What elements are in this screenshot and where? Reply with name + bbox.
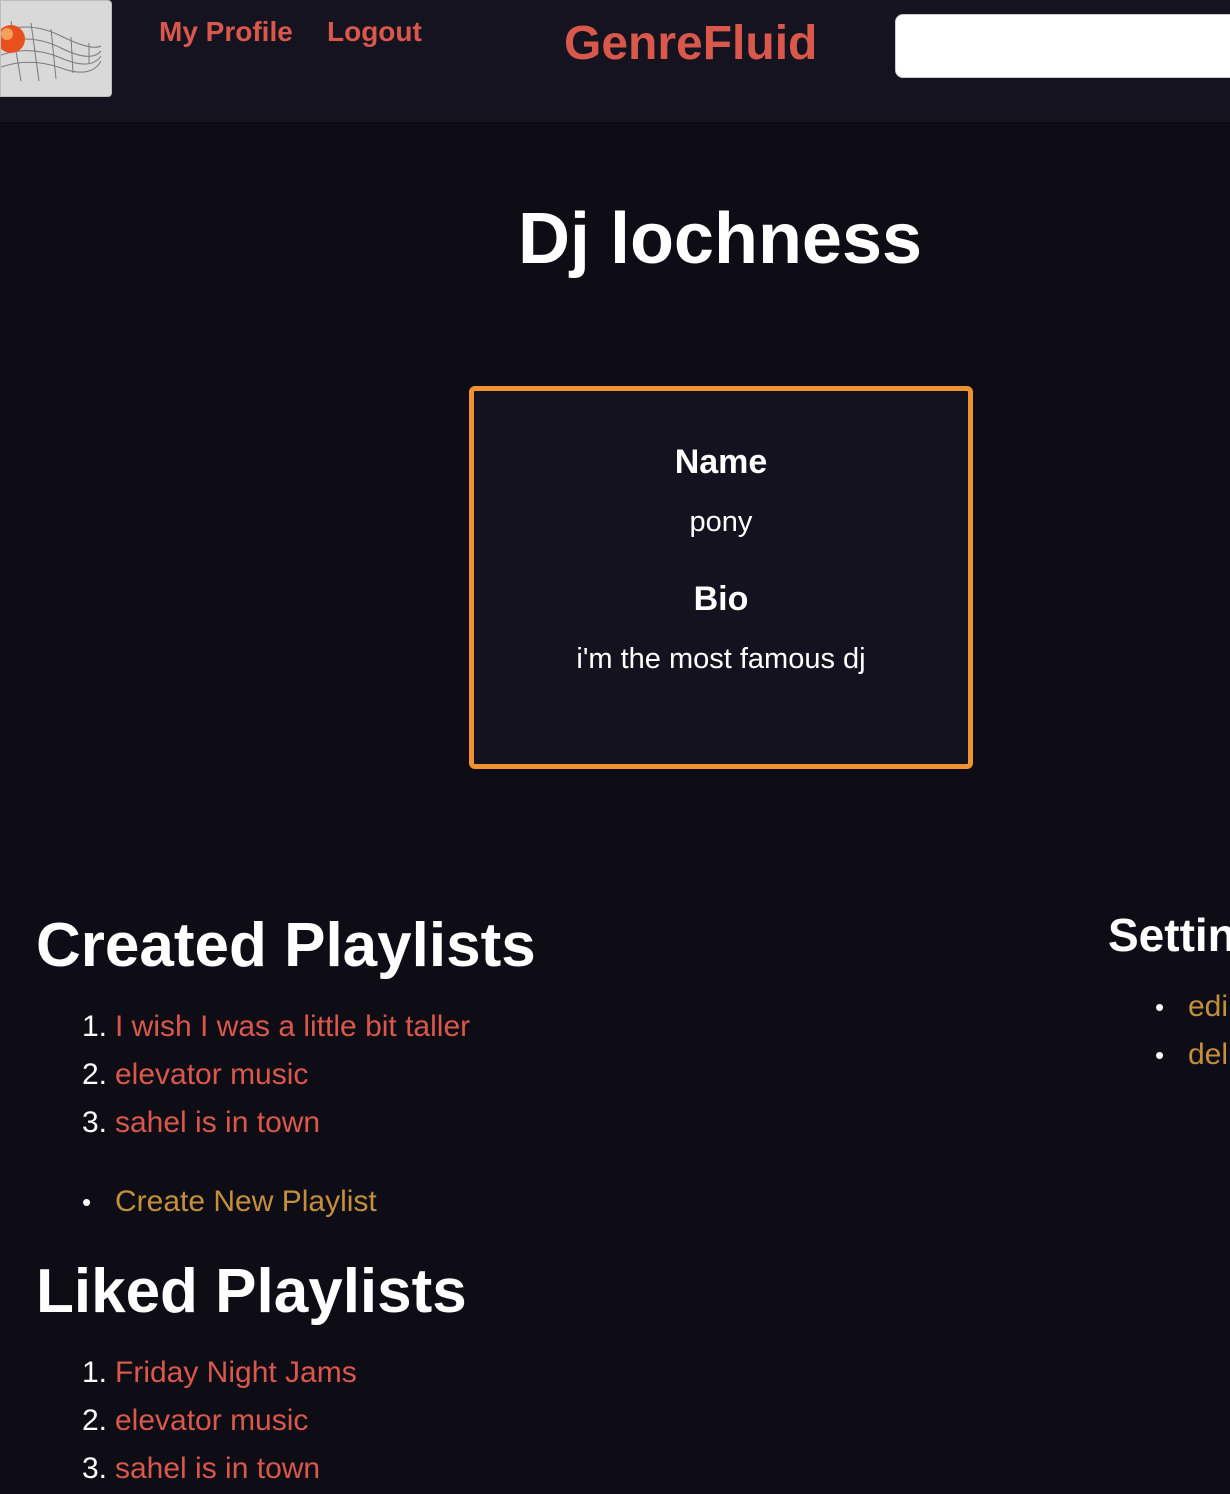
playlist-link[interactable]: sahel is in town (115, 1452, 320, 1485)
list-item: 3. sahel is in town (82, 1106, 321, 1139)
playlist-link[interactable]: Friday Night Jams (115, 1356, 357, 1389)
list-item: • Create New Playlist (82, 1185, 377, 1218)
create-new-playlist-link[interactable]: Create New Playlist (115, 1185, 377, 1218)
created-playlists-list: 1. I wish I was a little bit taller 2. ele… (82, 1003, 470, 1147)
playlist-link[interactable]: I wish I was a little bit taller (115, 1010, 470, 1043)
list-item: 1. Friday Night Jams (82, 1356, 357, 1389)
list-item: 2. elevator music (82, 1058, 309, 1091)
delete-profile-link[interactable]: del (1188, 1038, 1228, 1071)
nav-my-profile-link[interactable]: My Profile (159, 16, 293, 48)
list-item: • del (1155, 1038, 1229, 1071)
edit-profile-link[interactable]: edi (1188, 990, 1228, 1023)
site-logo[interactable] (0, 0, 112, 97)
wave-globe-logo-icon (1, 20, 102, 82)
profile-card: Name pony Bio i'm the most famous dj (469, 386, 973, 769)
created-playlists-heading: Created Playlists (36, 911, 536, 980)
playlist-link[interactable]: elevator music (115, 1404, 308, 1437)
list-item: 3. sahel is in town (82, 1452, 321, 1485)
search-input[interactable] (895, 14, 1230, 78)
brand-title[interactable]: GenreFluid (564, 16, 817, 71)
top-navbar: My Profile Logout GenreFluid (0, 0, 1230, 122)
name-label: Name (674, 443, 768, 481)
list-item: • edi (1155, 990, 1229, 1023)
bio-label: Bio (693, 580, 749, 618)
create-playlist-list: • Create New Playlist (82, 1178, 377, 1226)
list-item: 2. elevator music (82, 1404, 309, 1437)
liked-playlists-list: 1. Friday Night Jams 2. elevator music 3. s… (82, 1349, 357, 1493)
bio-value: i'm the most famous dj (576, 643, 866, 675)
settings-list: • edi • del (1155, 983, 1228, 1079)
settings-heading: Settin (1108, 909, 1230, 961)
list-item: 1. I wish I was a little bit taller (82, 1010, 471, 1043)
nav-logout-link[interactable]: Logout (327, 16, 422, 48)
name-value: pony (689, 506, 753, 538)
liked-playlists-heading: Liked Playlists (36, 1257, 467, 1326)
playlist-link[interactable]: elevator music (115, 1058, 308, 1091)
playlist-link[interactable]: sahel is in town (115, 1106, 320, 1139)
page-title: Dj lochness (517, 199, 923, 279)
